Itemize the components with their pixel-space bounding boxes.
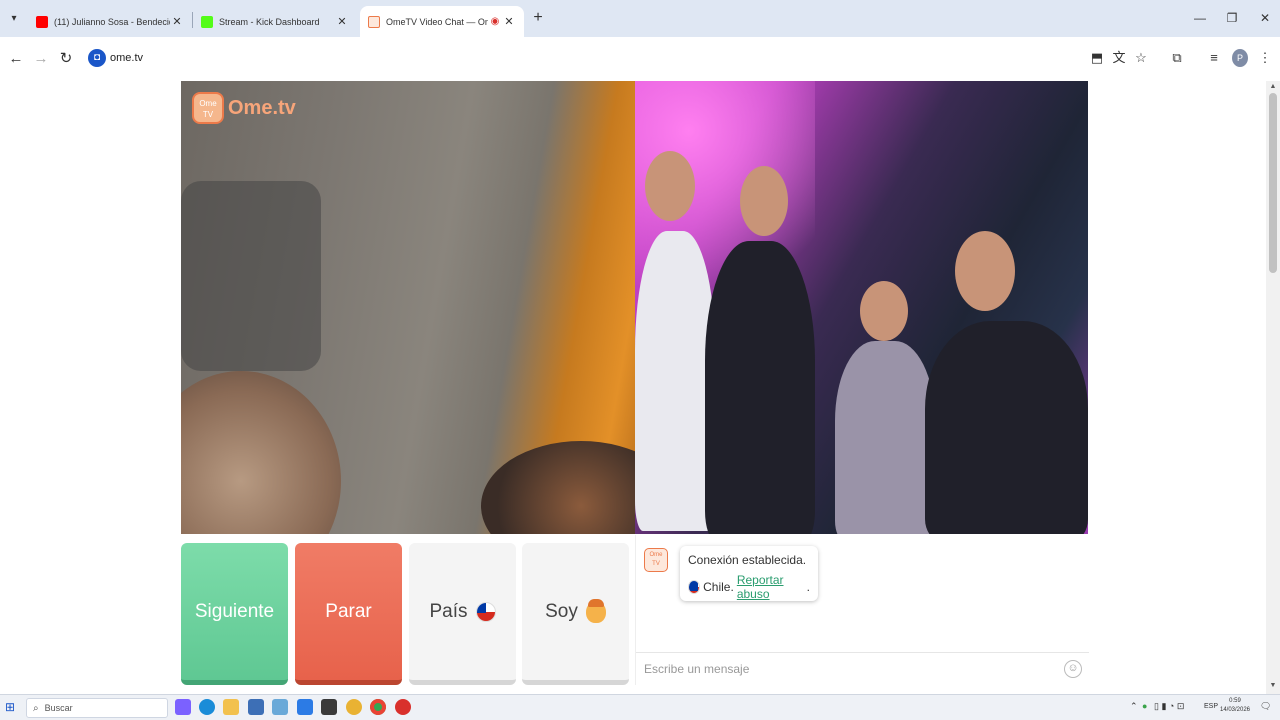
maximize-button[interactable]: ❐ bbox=[1217, 8, 1247, 28]
calculator-icon[interactable] bbox=[248, 699, 264, 715]
tray-app-icon[interactable]: ● bbox=[1142, 701, 1147, 711]
windows-taskbar: ⊞ ⌕ Buscar ⌃ ● ▯ ▮ ◔ ⊡ ESP 0:59 14/03/20… bbox=[0, 694, 1280, 720]
tab-search-dropdown-icon[interactable]: ▾ bbox=[4, 9, 24, 29]
video-figure bbox=[635, 231, 715, 531]
country-line: Chile. Reportar abuso. bbox=[688, 573, 810, 601]
remote-video bbox=[635, 81, 1088, 534]
file-explorer-icon[interactable] bbox=[223, 699, 239, 715]
gender-button[interactable]: Soy bbox=[522, 543, 629, 685]
profile-avatar[interactable]: P bbox=[1232, 49, 1248, 67]
boy-avatar-icon bbox=[585, 598, 606, 623]
next-label: Siguiente bbox=[194, 600, 275, 622]
kick-icon bbox=[201, 15, 213, 28]
tray-chevron-icon[interactable]: ⌃ bbox=[1130, 701, 1138, 712]
back-button[interactable]: ← bbox=[6, 49, 26, 69]
clock-time: 0:59 bbox=[1229, 698, 1241, 704]
chat-panel: Ome TV Conexión establecida. Chile. Repor… bbox=[635, 535, 1089, 685]
close-icon[interactable]: ✕ bbox=[170, 15, 184, 28]
close-icon[interactable]: ✕ bbox=[502, 15, 516, 28]
country-label: País bbox=[429, 600, 468, 622]
translate-icon[interactable]: 文 bbox=[1110, 49, 1128, 67]
system-message: Conexión establecida. Chile. Reportar ab… bbox=[680, 546, 818, 601]
video-blob bbox=[181, 371, 341, 534]
page-scrollbar[interactable]: ▲ ▼ bbox=[1266, 81, 1280, 694]
recording-icon: ◉ bbox=[490, 16, 500, 27]
video-blob bbox=[481, 441, 635, 534]
notifications-icon[interactable]: 🗨 bbox=[1260, 701, 1271, 712]
url-text: ome.tv bbox=[110, 52, 144, 64]
browser-tabstrip: ▾ (11) Julianno Sosa - Bendecido (Video … bbox=[0, 0, 1280, 37]
video-figure bbox=[705, 241, 815, 534]
chile-flag-icon bbox=[475, 601, 496, 622]
ometv-logo: Ome TV Ome.tv bbox=[192, 89, 296, 127]
windows-start-icon[interactable]: ⊞ bbox=[5, 700, 19, 714]
install-app-icon[interactable]: ⬒ bbox=[1088, 49, 1106, 67]
ometv-icon bbox=[368, 15, 380, 28]
tab-title: (11) Julianno Sosa - Bendecido (Video Of… bbox=[54, 16, 170, 27]
video-shade bbox=[181, 181, 321, 371]
taskbar-clock[interactable]: 0:59 14/03/2026 bbox=[1218, 697, 1252, 715]
new-tab-button[interactable]: + bbox=[528, 8, 548, 28]
connection-status: Conexión establecida. bbox=[688, 553, 807, 567]
video-figure bbox=[835, 341, 935, 534]
browser-toolbar: ← → ↻ ◘ ome.tv ⬒ 文 ☆ ⧉ ≡ P ⋮ bbox=[0, 37, 1280, 81]
stop-label: Parar bbox=[325, 600, 372, 622]
reload-button[interactable]: ↻ bbox=[56, 49, 76, 69]
ometv-chat-logo-icon: Ome TV bbox=[644, 548, 668, 572]
address-bar[interactable]: ◘ ome.tv bbox=[84, 44, 1164, 74]
search-icon: ⌕ bbox=[33, 702, 39, 714]
message-input[interactable]: Escribe un mensaje bbox=[636, 652, 1089, 685]
gender-label: Soy bbox=[545, 600, 578, 622]
recorder-icon[interactable] bbox=[395, 699, 411, 715]
menu-kebab-icon[interactable]: ⋮ bbox=[1256, 49, 1274, 67]
tab-ometv[interactable]: OmeTV Video Chat — Omegle Random Chat ◉ … bbox=[360, 6, 524, 37]
copilot-icon[interactable] bbox=[175, 699, 191, 715]
obs-icon[interactable] bbox=[321, 699, 337, 715]
video-face bbox=[955, 231, 1015, 311]
video-face bbox=[740, 166, 788, 236]
country-button[interactable]: País bbox=[409, 543, 516, 685]
language-indicator[interactable]: ESP bbox=[1204, 703, 1218, 710]
edge-icon[interactable] bbox=[199, 699, 215, 715]
scroll-thumb[interactable] bbox=[1269, 93, 1277, 273]
video-face bbox=[860, 281, 908, 341]
media-control-icon[interactable]: ≡ bbox=[1205, 49, 1223, 67]
scroll-up-icon[interactable]: ▲ bbox=[1266, 83, 1280, 93]
clock-date: 14/03/2026 bbox=[1219, 707, 1251, 713]
logo-badge: Ome TV bbox=[192, 92, 224, 124]
local-video bbox=[181, 81, 635, 534]
forward-button[interactable]: → bbox=[31, 49, 51, 69]
vscode-icon[interactable] bbox=[297, 699, 313, 715]
youtube-icon bbox=[36, 15, 48, 28]
close-window-button[interactable]: ✕ bbox=[1250, 8, 1280, 28]
taskbar-search[interactable]: ⌕ Buscar bbox=[26, 698, 168, 718]
chile-flag-icon bbox=[688, 580, 701, 594]
snipping-tool-icon[interactable] bbox=[272, 699, 288, 715]
scroll-down-icon[interactable]: ▼ bbox=[1266, 682, 1280, 692]
tab-youtube[interactable]: (11) Julianno Sosa - Bendecido (Video Of… bbox=[28, 6, 192, 37]
tray-icons[interactable]: ▯ ▮ ◔ ⊡ bbox=[1154, 701, 1184, 712]
tab-title: Stream - Kick Dashboard bbox=[219, 16, 320, 27]
extensions-icon[interactable]: ⧉ bbox=[1168, 49, 1186, 67]
report-abuse-link[interactable]: Reportar abuso bbox=[737, 573, 807, 601]
video-figure bbox=[925, 321, 1088, 534]
stop-button[interactable]: Parar bbox=[295, 543, 402, 685]
bookmark-star-icon[interactable]: ☆ bbox=[1132, 49, 1150, 67]
minimize-button[interactable]: — bbox=[1185, 8, 1215, 28]
search-placeholder: Buscar bbox=[44, 703, 73, 713]
tab-kick[interactable]: Stream - Kick Dashboard ✕ bbox=[193, 6, 357, 37]
tab-title: OmeTV Video Chat — Omegle Random Chat bbox=[386, 16, 488, 27]
emoji-icon[interactable]: ☺ bbox=[1064, 660, 1082, 678]
site-info-icon[interactable]: ◘ bbox=[88, 49, 106, 67]
logo-text: Ome.tv bbox=[228, 96, 296, 119]
report-suffix: . bbox=[806, 580, 810, 594]
chrome-icon[interactable] bbox=[370, 699, 386, 715]
close-icon[interactable]: ✕ bbox=[335, 15, 349, 28]
next-button[interactable]: Siguiente bbox=[181, 543, 288, 685]
app-icon[interactable] bbox=[346, 699, 362, 715]
partner-country: Chile. bbox=[703, 580, 734, 594]
video-face bbox=[645, 151, 695, 221]
